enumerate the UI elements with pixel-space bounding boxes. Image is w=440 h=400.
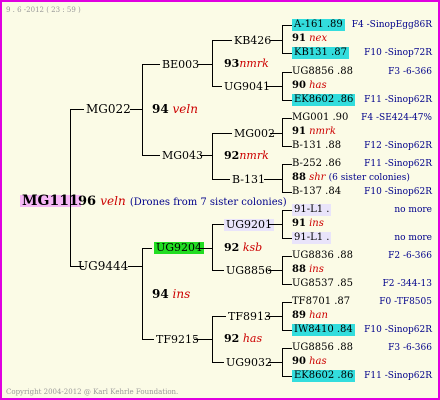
- tf9215-queen-line: 92 has: [224, 332, 263, 345]
- pedigree-chart: 9 . 6 -2012 ( 23 : 59 ) Copyright 2004-2…: [0, 0, 440, 400]
- gen4-4-sire-right: no more: [394, 205, 432, 215]
- gen4-6-sire[interactable]: TF8701 .87: [292, 296, 350, 308]
- gen4-3-queen-line: 88 shr (6 sister colonies): [292, 172, 410, 183]
- sire-ug9201[interactable]: UG9201: [224, 219, 275, 231]
- sire-mg022[interactable]: MG022: [86, 103, 131, 115]
- gen4-3-sire[interactable]: B-252 .86: [292, 158, 341, 170]
- gen4-2-sire-right: F4 -SE424-47%: [361, 113, 432, 123]
- gen4-7-sire-right: F3 -6-366: [388, 343, 432, 353]
- gen4-6-dam-right: F10 -Sinop62R: [364, 325, 432, 335]
- mg043-queen-line: 92nmrk: [224, 149, 269, 162]
- gen4-2-queen-line: 91 nmrk: [292, 126, 336, 137]
- gen4-7-dam[interactable]: EK8602 .86: [292, 370, 356, 382]
- gen4-5-queen-line: 88 ins: [292, 264, 324, 275]
- root-queen-line: 96 veln (Drones from 7 sister colonies): [78, 195, 287, 209]
- dam-tf9215[interactable]: TF9215: [156, 334, 199, 346]
- gen4-1-dam-right: F11 -Sinop62R: [364, 95, 432, 105]
- gen4-7-queen-line: 90 has: [292, 356, 327, 367]
- gen4-0-sire-right: F4 -SinopEgg86R: [351, 20, 432, 30]
- gen4-3-dam[interactable]: B-137 .84: [292, 186, 341, 198]
- gen4-5-dam[interactable]: UG8537 .85: [292, 278, 353, 290]
- gen4-5-sire-right: F2 -6-366: [388, 251, 432, 261]
- print-date: 9 . 6 -2012 ( 23 : 59 ): [6, 6, 81, 14]
- sire-be003[interactable]: BE003: [162, 59, 199, 71]
- sire-mg002[interactable]: MG002: [234, 128, 275, 140]
- sire-kb426[interactable]: KB426: [234, 35, 271, 47]
- dam-mg043[interactable]: MG043: [162, 150, 203, 162]
- sire-tf8913[interactable]: TF8913: [228, 311, 271, 323]
- gen4-1-sire[interactable]: UG8856 .88: [292, 66, 353, 78]
- gen4-4-dam[interactable]: 91-L1 .: [292, 232, 332, 244]
- gen4-0-sire[interactable]: A-161 .89: [292, 19, 345, 31]
- dam-ug9444[interactable]: UG9444: [78, 260, 128, 272]
- gen4-0-dam[interactable]: KB131 .87: [292, 47, 349, 59]
- gen4-4-queen-line: 91 ins: [292, 218, 324, 229]
- gen4-6-dam[interactable]: IW8410 .84: [292, 324, 355, 336]
- gen4-0-dam-right: F10 -Sinop72R: [364, 48, 432, 58]
- gen4-6-queen-line: 89 han: [292, 310, 328, 321]
- dam-ug8856[interactable]: UG8856: [226, 265, 272, 277]
- dam-b131[interactable]: B-131: [232, 174, 265, 186]
- gen4-2-sire[interactable]: MG001 .90: [292, 112, 348, 124]
- gen4-3-sire-right: F11 -Sinop62R: [364, 159, 432, 169]
- gen4-4-sire[interactable]: 91-L1 .: [292, 204, 332, 216]
- gen4-5-sire[interactable]: UG8836 .88: [292, 250, 353, 262]
- gen4-0-queen-line: 91 nex: [292, 33, 328, 44]
- root-queen: veln: [100, 194, 126, 208]
- gen4-2-dam-right: F12 -Sinop62R: [364, 141, 432, 151]
- root-number: 96: [78, 194, 97, 209]
- root-colony-id[interactable]: MG111: [20, 194, 81, 208]
- be003-queen-line: 93nmrk: [224, 57, 269, 70]
- gen4-4-dam-right: no more: [394, 233, 432, 243]
- gen4-5-dam-right: F2 -344-13: [382, 279, 432, 289]
- gen4-6-sire-right: F0 -TF8505: [379, 297, 432, 307]
- dam-ug9041[interactable]: UG9041: [224, 81, 270, 93]
- ug9204-queen-line: 92 ksb: [224, 241, 263, 254]
- root-note: (Drones from 7 sister colonies): [129, 197, 287, 208]
- copyright-footer: Copyright 2004-2012 @ Karl Kehrle Founda…: [6, 388, 179, 396]
- gen4-2-dam[interactable]: B-131 .88: [292, 140, 341, 152]
- dam-ug9032[interactable]: UG9032: [226, 357, 272, 369]
- gen4-7-sire[interactable]: UG8856 .88: [292, 342, 353, 354]
- gen4-1-dam[interactable]: EK8602 .86: [292, 94, 356, 106]
- gen4-1-sire-right: F3 -6-366: [388, 67, 432, 77]
- gen4-1-queen-line: 90 has: [292, 80, 327, 91]
- gen4-3-dam-right: F10 -Sinop62R: [364, 187, 432, 197]
- ug9444-queen-line: 94 ins: [152, 287, 191, 301]
- mg022-queen-line: 94 veln: [152, 102, 198, 116]
- gen4-7-dam-right: F11 -Sinop62R: [364, 371, 432, 381]
- sire-ug9204[interactable]: UG9204: [154, 242, 205, 254]
